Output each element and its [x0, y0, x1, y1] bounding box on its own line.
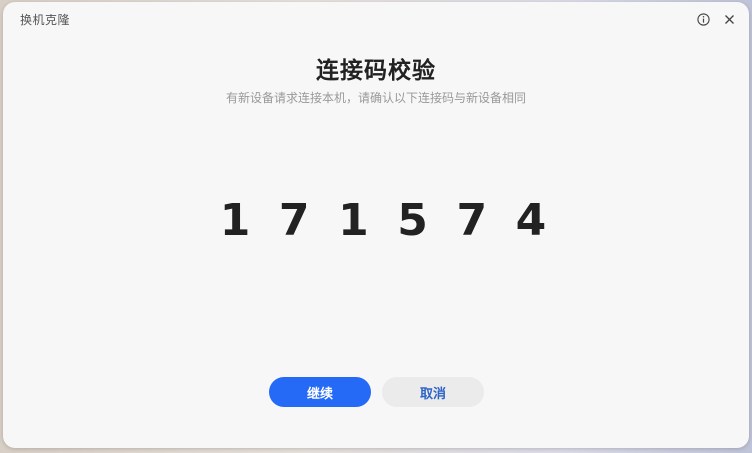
- page-title: 连接码校验: [316, 58, 436, 84]
- title-bar: 换机克隆: [3, 2, 749, 36]
- code-digit: 5: [397, 195, 428, 246]
- code-digit: 1: [338, 195, 369, 246]
- dialog-window: 换机克隆 连接码校验 有新设备请求连接本机，请确认以下连接码与新设备相同 1 7…: [3, 2, 749, 448]
- connection-code: 1 7 1 5 7 4: [215, 195, 551, 247]
- close-button[interactable]: [720, 10, 738, 28]
- info-circle-icon: [696, 12, 710, 26]
- app-title: 换机克隆: [20, 13, 71, 27]
- code-digit: 7: [456, 195, 488, 246]
- info-button[interactable]: [694, 10, 712, 28]
- continue-button[interactable]: 继续: [269, 377, 371, 407]
- code-digit: 1: [219, 195, 251, 246]
- code-digit: 4: [515, 195, 547, 246]
- code-digit: 7: [278, 195, 310, 246]
- cancel-button[interactable]: 取消: [382, 377, 484, 407]
- close-icon: [724, 14, 734, 24]
- page-subtitle: 有新设备请求连接本机，请确认以下连接码与新设备相同: [225, 91, 526, 105]
